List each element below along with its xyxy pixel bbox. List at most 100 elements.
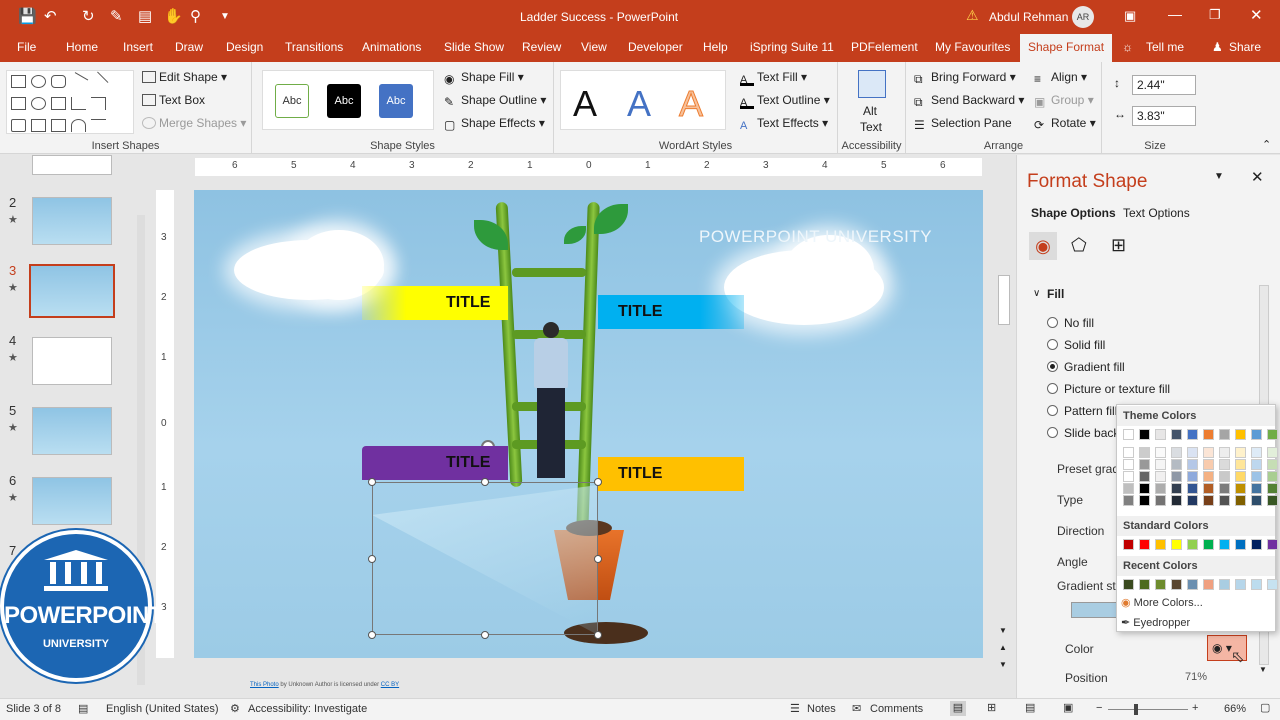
shape-fill-button[interactable]: ◉ Shape Fill ▾ xyxy=(444,70,524,86)
theme-color-swatch[interactable] xyxy=(1187,495,1198,506)
slide-thumbnail-5[interactable] xyxy=(32,407,112,455)
standard-color-swatch[interactable] xyxy=(1155,539,1166,550)
tab-insert[interactable]: Insert xyxy=(123,40,153,54)
theme-color-swatch[interactable] xyxy=(1251,495,1262,506)
recent-color-swatch[interactable] xyxy=(1219,579,1230,590)
align-button[interactable]: ≡ Align ▾ xyxy=(1034,70,1087,86)
slide-thumbnail-3[interactable] xyxy=(29,264,115,318)
theme-color-swatch[interactable] xyxy=(1155,495,1166,506)
recent-color-swatch[interactable] xyxy=(1267,579,1278,590)
collapse-ribbon-icon[interactable]: ⌃ xyxy=(1262,138,1271,151)
recent-color-swatch[interactable] xyxy=(1235,579,1246,590)
previous-slide-icon[interactable]: ▲ xyxy=(999,643,1007,652)
pattern-fill-option[interactable]: Pattern fill xyxy=(1047,404,1117,418)
tab-draw[interactable]: Draw xyxy=(175,40,203,54)
tab-pdfelement[interactable]: PDFelement xyxy=(851,40,918,54)
tab-my-favourites[interactable]: My Favourites xyxy=(935,40,1010,54)
theme-color-swatch[interactable] xyxy=(1251,483,1262,494)
rectangle-shape-icon[interactable] xyxy=(11,75,26,88)
theme-color-swatch[interactable] xyxy=(1203,483,1214,494)
theme-color-swatch[interactable] xyxy=(1267,459,1278,470)
spellcheck-icon[interactable]: ▤ xyxy=(78,702,88,715)
theme-color-swatch[interactable] xyxy=(1187,471,1198,482)
theme-color-swatch[interactable] xyxy=(1171,495,1182,506)
theme-color-swatch[interactable] xyxy=(1139,429,1150,440)
theme-color-swatch[interactable] xyxy=(1123,495,1134,506)
theme-color-swatch[interactable] xyxy=(1123,429,1134,440)
arrow-right-shape-icon[interactable] xyxy=(11,119,26,132)
theme-color-swatch[interactable] xyxy=(1171,471,1182,482)
alt-text-label-2[interactable]: Text xyxy=(860,120,882,134)
position-value[interactable]: 71% xyxy=(1185,671,1207,683)
theme-color-swatch[interactable] xyxy=(1155,459,1166,470)
theme-color-swatch[interactable] xyxy=(1235,447,1246,458)
normal-view-icon[interactable]: ▤ xyxy=(950,701,966,716)
shape-effects-button[interactable]: ▢ Shape Effects ▾ xyxy=(444,116,545,132)
fit-slide-icon[interactable]: ▢ xyxy=(1260,701,1270,714)
send-backward-button[interactable]: ⧉ Send Backward ▾ xyxy=(914,93,1024,109)
comments-icon[interactable]: ✉ xyxy=(852,702,861,715)
license-link[interactable]: CC BY xyxy=(381,682,399,688)
tab-animations[interactable]: Animations xyxy=(362,40,421,54)
close-icon[interactable]: ✕ xyxy=(1250,6,1263,24)
scroll-down-icon[interactable]: ▼ xyxy=(999,626,1007,635)
arrow-shape-icon[interactable] xyxy=(88,71,109,92)
wordart-blue[interactable]: A xyxy=(627,83,651,125)
more-colors-option[interactable]: ◉ More Colors... xyxy=(1121,596,1203,609)
title-box-blue[interactable]: TITLE xyxy=(598,295,744,329)
tab-slide-show[interactable]: Slide Show xyxy=(444,40,504,54)
shapes-gallery[interactable] xyxy=(6,70,134,134)
restore-icon[interactable]: ❐ xyxy=(1209,7,1221,23)
slide-thumbnail-4[interactable] xyxy=(32,337,112,385)
merge-shapes-button[interactable]: Merge Shapes ▾ xyxy=(142,116,246,130)
resize-handle[interactable] xyxy=(594,555,602,563)
customize-qat-icon[interactable]: ▼ xyxy=(220,8,230,26)
theme-color-swatch[interactable] xyxy=(1139,483,1150,494)
slide-canvas[interactable]: POWERPOINT UNIVERSITY TITLE TITLE TITLE … xyxy=(194,190,983,658)
resize-handle[interactable] xyxy=(594,631,602,639)
edit-shape-button[interactable]: Edit Shape ▾ xyxy=(142,70,227,84)
resize-handle[interactable] xyxy=(368,631,376,639)
presentation-icon[interactable]: ▤ xyxy=(138,8,152,26)
ribbon-display-icon[interactable]: ▣ xyxy=(1124,8,1136,24)
title-box-purple[interactable]: TITLE xyxy=(362,446,508,480)
zoom-slider-track[interactable] xyxy=(1108,709,1188,710)
theme-color-swatch[interactable] xyxy=(1155,447,1166,458)
size-properties-icon[interactable]: ⊞ xyxy=(1111,235,1126,256)
picture-fill-option[interactable]: Picture or texture fill xyxy=(1047,382,1170,396)
theme-color-swatch[interactable] xyxy=(1267,471,1278,482)
gradient-fill-option[interactable]: Gradient fill xyxy=(1047,360,1125,374)
shape-width-input[interactable]: 3.83" xyxy=(1132,106,1196,126)
gradient-stops-bar[interactable] xyxy=(1071,602,1117,618)
recent-color-swatch[interactable] xyxy=(1203,579,1214,590)
standard-color-swatch[interactable] xyxy=(1171,539,1182,550)
standard-color-swatch[interactable] xyxy=(1251,539,1262,550)
theme-color-swatch[interactable] xyxy=(1139,495,1150,506)
theme-color-swatch[interactable] xyxy=(1235,471,1246,482)
theme-color-swatch[interactable] xyxy=(1251,447,1262,458)
bring-forward-button[interactable]: ⧉ Bring Forward ▾ xyxy=(914,70,1016,86)
next-slide-icon[interactable]: ▼ xyxy=(999,660,1007,669)
theme-color-swatch[interactable] xyxy=(1155,483,1166,494)
standard-color-swatch[interactable] xyxy=(1187,539,1198,550)
text-box-button[interactable]: Text Box xyxy=(142,93,205,107)
language-status[interactable]: English (United States) xyxy=(106,703,219,715)
theme-color-swatch[interactable] xyxy=(1123,459,1134,470)
user-name[interactable]: Abdul Rehman xyxy=(989,10,1068,24)
standard-color-swatch[interactable] xyxy=(1267,539,1278,550)
tell-me[interactable]: Tell me xyxy=(1146,40,1184,54)
selection-box[interactable] xyxy=(372,482,598,635)
theme-color-swatch[interactable] xyxy=(1123,471,1134,482)
rotate-button[interactable]: ⟳ Rotate ▾ xyxy=(1034,116,1096,132)
theme-color-swatch[interactable] xyxy=(1219,429,1230,440)
save-icon[interactable]: 💾 xyxy=(18,8,37,26)
share-icon[interactable]: ♟ xyxy=(1212,40,1223,54)
connector-shape-icon[interactable] xyxy=(91,97,106,110)
style-black[interactable]: Abc xyxy=(327,84,361,118)
tab-shape-format[interactable]: Shape Format xyxy=(1020,34,1113,62)
format-painter-icon[interactable]: ✎ xyxy=(110,8,123,26)
theme-color-swatch[interactable] xyxy=(1235,495,1246,506)
recent-color-swatch[interactable] xyxy=(1155,579,1166,590)
style-white[interactable]: Abc xyxy=(275,84,309,118)
rounded-rect-shape-icon[interactable] xyxy=(51,75,66,88)
